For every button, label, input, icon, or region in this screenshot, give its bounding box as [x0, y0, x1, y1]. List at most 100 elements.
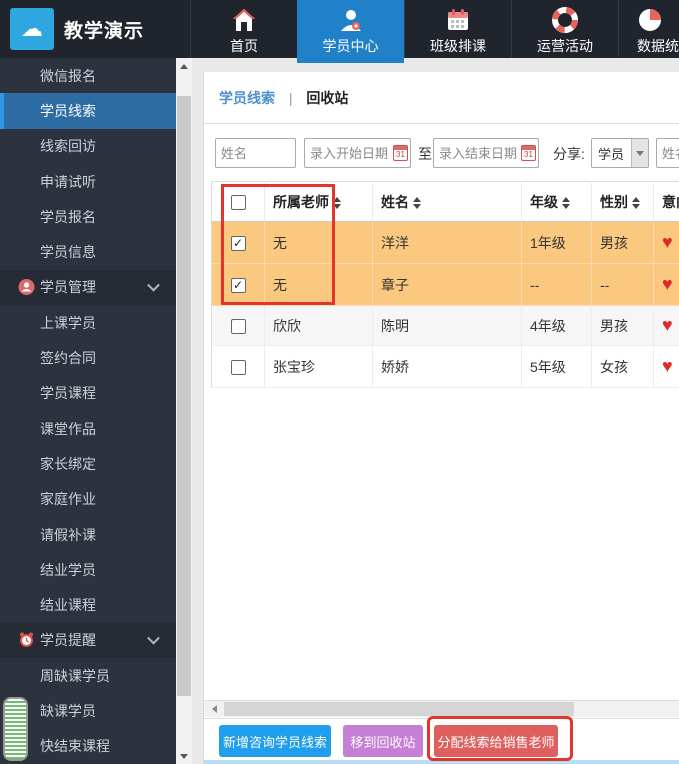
sidebar-item-label: 学员课程 [40, 383, 96, 403]
sidebar-item-trial-request[interactable]: 申请试听 [0, 164, 176, 199]
sidebar-item-student-leads[interactable]: 学员线索 [0, 93, 176, 128]
sidebar-item-label: 线索回访 [40, 136, 96, 156]
sort-icon[interactable] [562, 197, 570, 209]
sidebar-group-label: 学员管理 [40, 277, 96, 297]
sidebar-item-label: 快结束课程 [40, 736, 110, 756]
sidebar-item-weekly-absent[interactable]: 周缺课学员 [0, 658, 176, 693]
sidebar-scrollbar[interactable] [176, 58, 192, 764]
scrollbar-thumb[interactable] [224, 702, 574, 716]
column-header-intention[interactable]: 意向 [654, 182, 679, 222]
sidebar-item-student-signup[interactable]: 学员报名 [0, 199, 176, 234]
scrollbar-thumb[interactable] [177, 96, 191, 696]
calendar-day-number: 31 [394, 149, 407, 160]
scroll-down-icon[interactable] [176, 748, 192, 764]
row-checkbox[interactable] [231, 319, 246, 334]
calendar-picker-icon[interactable]: 31 [521, 145, 536, 161]
content-tabs: 学员线索 | 回收站 [219, 88, 348, 108]
calendar-picker-icon[interactable]: 31 [393, 145, 408, 161]
nav-label: 运营活动 [537, 36, 593, 56]
sidebar-item-label: 家长绑定 [40, 454, 96, 474]
cell-grade: 5年级 [522, 346, 592, 388]
sidebar-item-contracts[interactable]: 签约合同 [0, 340, 176, 375]
nav-label: 数据统计 [637, 36, 679, 56]
share-select-value: 学员 [592, 144, 631, 163]
column-label: 姓名 [381, 194, 409, 210]
sort-icon[interactable] [333, 197, 341, 209]
table-row[interactable]: ✓ 无 洋洋 1年级 男孩 ♥ [212, 222, 679, 264]
column-label: 所属老师 [273, 194, 329, 210]
scroll-up-icon[interactable] [176, 58, 192, 74]
table-header-row: 所属老师 姓名 年级 性别 意向 [212, 182, 679, 222]
nav-item-student-center[interactable]: 学员中心 [297, 0, 404, 63]
cell-grade: 1年级 [522, 222, 592, 264]
chevron-down-icon [147, 632, 160, 645]
add-lead-button[interactable]: 新增咨询学员线索 [219, 725, 331, 757]
tab-recycle-bin[interactable]: 回收站 [306, 88, 348, 108]
sort-icon[interactable] [632, 197, 640, 209]
to-label: 至 [418, 144, 432, 164]
cell-name: 娇娇 [373, 346, 522, 388]
row-checkbox[interactable]: ✓ [231, 278, 246, 293]
sidebar-menu: 微信报名 学员线索 线索回访 申请试听 学员报名 学员信息 学员管理 上课学员 … [0, 58, 176, 764]
main-nav: 首页 学员中心 班级排课 运营活动 [190, 0, 679, 58]
sidebar-item-finished-courses[interactable]: 结业课程 [0, 587, 176, 622]
tab-separator: | [289, 90, 293, 106]
alarm-icon [18, 632, 35, 649]
start-date-field[interactable]: 31 [304, 138, 411, 168]
column-label: 性别 [600, 194, 628, 210]
sidebar-item-graduated-students[interactable]: 结业学员 [0, 552, 176, 587]
sidebar-group-student-reminders[interactable]: 学员提醒 [0, 623, 176, 658]
sidebar-item-parent-binding[interactable]: 家长绑定 [0, 446, 176, 481]
nav-item-class-schedule[interactable]: 班级排课 [404, 0, 511, 58]
name-filter-input[interactable] [215, 138, 296, 168]
share-select[interactable]: 学员 [591, 138, 649, 168]
sort-icon[interactable] [413, 197, 421, 209]
table-row[interactable]: ✓ 无 章子 -- -- ♥ [212, 264, 679, 306]
row-checkbox[interactable] [231, 360, 246, 375]
cell-name: 陈明 [373, 306, 522, 346]
assign-leads-button[interactable]: 分配线索给销售老师 [434, 725, 558, 757]
column-header-name[interactable]: 姓名 [373, 182, 522, 222]
table-row[interactable]: 欣欣 陈明 4年级 男孩 ♥ [212, 306, 679, 346]
cell-name: 洋洋 [373, 222, 522, 264]
sidebar-item-attending-students[interactable]: 上课学员 [0, 305, 176, 340]
table-row[interactable]: 张宝珍 娇娇 5年级 女孩 ♥ [212, 346, 679, 388]
move-to-recycle-button[interactable]: 移到回收站 [343, 725, 423, 757]
nav-item-data-stats[interactable]: 数据统计 [618, 0, 679, 58]
main-content-panel: 学员线索 | 回收站 31 至 31 分享: 学员 [203, 72, 679, 764]
row-checkbox[interactable]: ✓ [231, 236, 246, 251]
sidebar-item-wechat-signup[interactable]: 微信报名 [0, 58, 176, 93]
sidebar-group-label: 学员提醒 [40, 630, 96, 650]
sidebar-item-class-works[interactable]: 课堂作品 [0, 411, 176, 446]
app-window: ☁ 教学演示 首页 学员中心 班级排课 [0, 0, 679, 764]
floating-side-widget[interactable] [3, 697, 28, 761]
nav-label: 学员中心 [323, 36, 379, 56]
sidebar-item-lead-followup[interactable]: 线索回访 [0, 129, 176, 164]
horizontal-scrollbar[interactable] [204, 700, 679, 717]
end-date-field[interactable]: 31 [433, 138, 539, 168]
cell-teacher: 欣欣 [265, 306, 373, 346]
select-all-checkbox[interactable] [231, 195, 246, 210]
nav-item-operations[interactable]: 运营活动 [511, 0, 618, 58]
sidebar-item-label: 请假补课 [40, 525, 96, 545]
divider [204, 718, 679, 719]
name2-filter-input[interactable] [656, 138, 679, 168]
heart-icon: ♥ [662, 274, 673, 294]
sidebar-group-student-management[interactable]: 学员管理 [0, 270, 176, 305]
column-header-gender[interactable]: 性别 [592, 182, 654, 222]
sidebar-item-label: 微信报名 [40, 66, 96, 86]
calendar-day-number: 31 [522, 149, 535, 160]
chevron-down-icon [631, 139, 648, 167]
column-header-teacher[interactable]: 所属老师 [265, 182, 373, 222]
column-header-grade[interactable]: 年级 [522, 182, 592, 222]
tab-student-leads[interactable]: 学员线索 [219, 88, 275, 108]
sidebar-item-leave-makeup[interactable]: 请假补课 [0, 517, 176, 552]
sidebar-item-student-courses[interactable]: 学员课程 [0, 376, 176, 411]
heart-icon: ♥ [662, 356, 673, 376]
sidebar-item-label: 学员报名 [40, 207, 96, 227]
cell-gender: -- [592, 264, 654, 306]
sidebar-item-student-info[interactable]: 学员信息 [0, 234, 176, 269]
sidebar-item-homework[interactable]: 家庭作业 [0, 482, 176, 517]
nav-item-home[interactable]: 首页 [190, 0, 297, 58]
scroll-left-icon[interactable] [206, 701, 222, 717]
